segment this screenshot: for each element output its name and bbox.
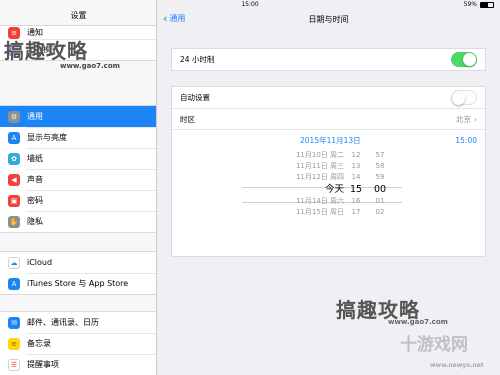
- sidebar-item-icloud[interactable]: ☁ iCloud: [0, 252, 156, 273]
- sidebar-item-label: iCloud: [27, 258, 53, 267]
- picker-minute-item: 59: [375, 173, 385, 181]
- picker-hour-item-selected: 15: [349, 184, 363, 195]
- picker-minute-item: 58: [375, 162, 385, 170]
- sidebar-title: 设置: [70, 11, 87, 20]
- picker-day-item: 11月12日 周四: [295, 173, 344, 181]
- clock-24h-row: 24 小时制: [172, 49, 485, 70]
- notes-icon: ≡: [8, 337, 20, 350]
- nav-bar: ‹ 通用 日期与时间: [157, 10, 500, 30]
- sidebar-item-itunes-app-store[interactable]: A iTunes Store 与 App Store: [0, 273, 156, 294]
- picker-day-item: 11月15日 周日: [295, 208, 344, 216]
- sidebar-item-label: 声音: [27, 175, 43, 184]
- page-title: 日期与时间: [308, 15, 349, 24]
- picker-hour-item: 13: [351, 162, 361, 170]
- picker-day-item: 11月11日 周三: [295, 162, 344, 170]
- picker-minute-item: 57: [375, 151, 385, 159]
- timezone-row[interactable]: 时区 北京 ›: [172, 108, 485, 129]
- flower-icon: ✿: [8, 152, 20, 165]
- auto-set-label: 自动设置: [180, 93, 210, 102]
- watermark-url-bottom: www.gao7.com: [388, 318, 448, 326]
- picker-day-item: 11月10日 周二: [295, 151, 344, 159]
- gear-icon: ⚙: [8, 110, 20, 123]
- picker-hour-item: 12: [351, 151, 361, 159]
- watermark-site-logo: 十游戏网: [400, 335, 468, 355]
- sidebar-item-passcode[interactable]: ▣ 密码: [0, 190, 156, 211]
- sidebar-group-apps: ✉ 邮件、通讯录、日历 ≡ 备忘录 ☰ 提醒事项: [0, 311, 156, 375]
- speaker-icon: ◀: [8, 173, 20, 186]
- sidebar-item-label: 密码: [27, 196, 43, 205]
- picker-hour-item: 16: [351, 197, 361, 205]
- mail-icon: ✉: [8, 316, 20, 329]
- sidebar-item-label: 提醒事项: [27, 360, 59, 369]
- sidebar-item-label: 备忘录: [27, 339, 51, 348]
- picker-day-column[interactable]: 11月10日 周二 11月11日 周三 11月12日 周四 今天 11月14日 …: [276, 150, 344, 245]
- sidebar-item-mail-contacts-calendars[interactable]: ✉ 邮件、通讯录、日历: [0, 312, 156, 333]
- picker-hour-item: 14: [351, 173, 361, 181]
- picker-minute-item-selected: 00: [373, 184, 387, 195]
- picker-minute-column[interactable]: 57 58 59 00 01 02: [372, 150, 388, 245]
- sidebar-item-label: 墙纸: [27, 154, 43, 163]
- chevron-right-icon: ›: [474, 114, 477, 124]
- cloud-icon: ☁: [8, 256, 20, 269]
- picker-minute-item: 01: [375, 197, 385, 205]
- picker-day-item: 11月14日 周六: [295, 197, 344, 205]
- sidebar-item-label: iTunes Store 与 App Store: [27, 279, 129, 288]
- sidebar-item-wallpaper[interactable]: ✿ 墙纸: [0, 148, 156, 169]
- sidebar-group-general: ⚙ 通用 A 显示与亮度 ✿ 墙纸 ◀ 声音 ▣ 密码 ✋ 隐私: [0, 105, 156, 233]
- picker-day-item-selected: 今天: [324, 184, 344, 195]
- picker-hour-column[interactable]: 12 13 14 15 16 17: [348, 150, 364, 245]
- selected-time: 15:00: [455, 135, 477, 145]
- text-size-icon: A: [8, 131, 20, 144]
- sidebar-item-sounds[interactable]: ◀ 声音: [0, 169, 156, 190]
- sidebar-item-label: 邮件、通讯录、日历: [27, 318, 99, 327]
- sidebar-item-label: 隐私: [27, 217, 43, 226]
- selected-datetime-row[interactable]: 2015年11月13日 15:00: [172, 129, 485, 150]
- lock-icon: ▣: [8, 194, 20, 207]
- auto-set-row: 自动设置: [172, 87, 485, 108]
- sidebar-group-stores: ☁ iCloud A iTunes Store 与 App Store: [0, 251, 156, 295]
- clock-24h-label: 24 小时制: [180, 55, 215, 64]
- clock-24h-toggle[interactable]: [451, 52, 477, 67]
- sidebar-item-display-brightness[interactable]: A 显示与亮度: [0, 127, 156, 148]
- watermark-site-url: www.newyx.net: [430, 362, 484, 369]
- picker-hour-item: 17: [351, 208, 361, 216]
- timezone-value: 北京: [456, 114, 471, 124]
- watermark-brand-top: 搞趣攻略: [4, 39, 88, 63]
- sidebar-item-label: 显示与亮度: [27, 133, 67, 142]
- sidebar-item-label: 通用: [27, 112, 43, 121]
- sidebar-item-notes[interactable]: ≡ 备忘录: [0, 333, 156, 354]
- sidebar-item-privacy[interactable]: ✋ 隐私: [0, 211, 156, 232]
- date-time-picker[interactable]: 11月10日 周二 11月11日 周三 11月12日 周四 今天 11月14日 …: [172, 150, 487, 245]
- auto-set-toggle[interactable]: [451, 90, 477, 105]
- watermark-url-top: www.gao7.com: [60, 62, 120, 70]
- date-settings-card: 自动设置 时区 北京 › 2015年11月13日 15:00 11月10日 周二…: [171, 86, 486, 257]
- picker-minute-item: 02: [375, 208, 385, 216]
- sidebar-item-reminders[interactable]: ☰ 提醒事项: [0, 354, 156, 375]
- timezone-label: 时区: [180, 114, 195, 124]
- clock-format-card: 24 小时制: [171, 48, 486, 71]
- date-time-pane: ‹ 通用 日期与时间 24 小时制 自动设置 时区 北京 › 2015年11月1…: [157, 0, 500, 375]
- app-store-icon: A: [8, 277, 20, 290]
- reminders-icon: ☰: [8, 358, 20, 371]
- hand-icon: ✋: [8, 215, 20, 228]
- selected-date: 2015年11月13日: [300, 135, 361, 145]
- sidebar-item-general[interactable]: ⚙ 通用: [0, 106, 156, 127]
